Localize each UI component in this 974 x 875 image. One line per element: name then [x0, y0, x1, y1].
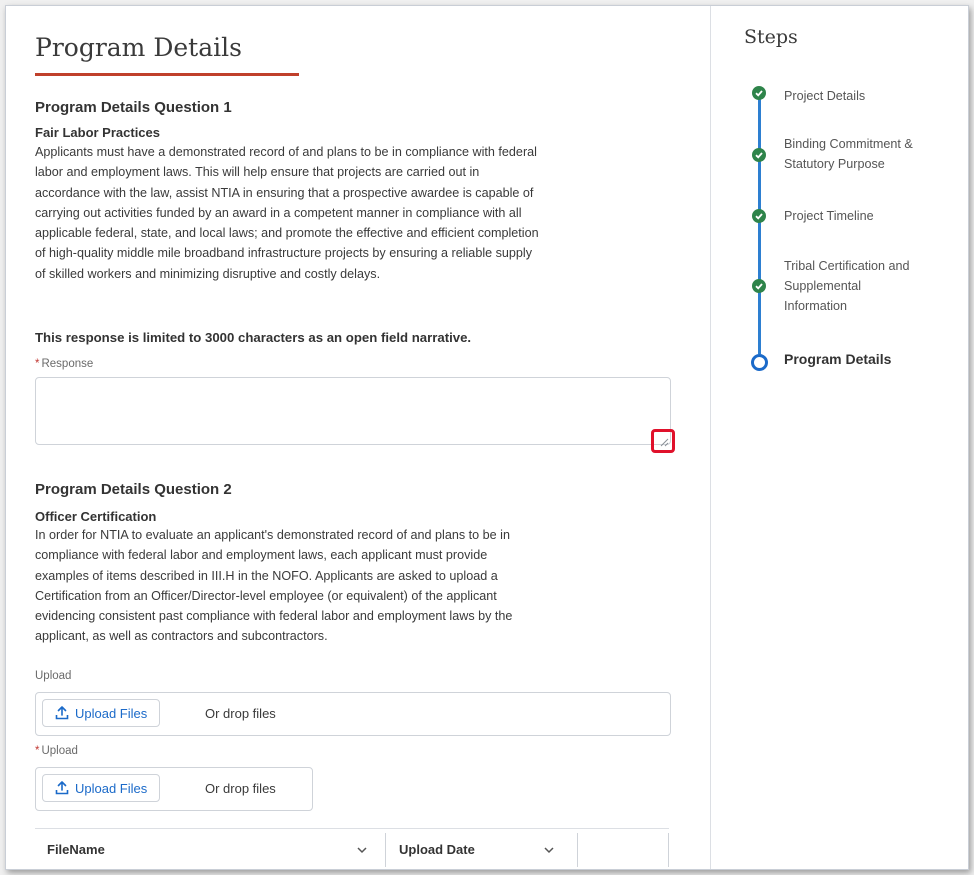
- upload-2-label-text: Upload: [41, 745, 78, 757]
- upload-2-label: * Upload: [35, 745, 78, 757]
- description-line: accordance with the law, assist NTIA in …: [35, 185, 534, 200]
- description-line: of high-quality middle mile broadband in…: [35, 246, 533, 261]
- required-marker: *: [35, 745, 40, 757]
- column-header-filename[interactable]: FileName: [47, 829, 105, 869]
- question-2-subheading: Officer Certification: [35, 509, 157, 524]
- upload-button-label: Upload Files: [75, 705, 148, 721]
- step-tribal-certification[interactable]: Tribal Certification and Supplemental In…: [784, 256, 968, 316]
- step-project-details[interactable]: Project Details: [784, 86, 968, 106]
- description-line: compliance with federal labor and employ…: [35, 548, 488, 563]
- response-textarea[interactable]: [35, 377, 671, 445]
- description-line: applicable federal, state, and local law…: [35, 226, 539, 241]
- question-1-subheading: Fair Labor Practices: [35, 125, 160, 140]
- step-project-timeline[interactable]: Project Timeline: [784, 206, 968, 226]
- chevron-down-icon[interactable]: [356, 844, 368, 856]
- steps-progress-line: [758, 96, 761, 354]
- steps-title: Steps: [744, 26, 798, 48]
- description-line: of skilled workers and minimizing disrup…: [35, 266, 381, 281]
- resize-handle-highlight[interactable]: [651, 429, 675, 453]
- upload-icon: [55, 706, 69, 720]
- upload-files-button-2[interactable]: Upload Files: [42, 774, 161, 802]
- upload-icon: [55, 781, 69, 795]
- column-divider: [668, 833, 669, 867]
- step-program-details[interactable]: Program Details: [784, 349, 968, 369]
- application-window: Program Details Program Details Question…: [5, 5, 969, 870]
- description-line: Applicants must have a demonstrated reco…: [35, 145, 537, 159]
- response-label: * Response: [35, 358, 93, 370]
- drop-files-hint: Or drop files: [205, 706, 276, 721]
- description-line: evidencing consistent past compliance wi…: [35, 609, 513, 624]
- upload-button-label: Upload Files: [75, 780, 148, 796]
- response-label-text: Response: [41, 358, 94, 370]
- page-title: Program Details: [35, 33, 242, 62]
- description-line: applicant, as well as contractors and su…: [35, 629, 328, 644]
- question-2-heading: Program Details Question 2: [35, 481, 232, 498]
- step-label-line: Statutory Purpose: [784, 157, 885, 171]
- files-table-header: FileName Upload Date: [35, 828, 669, 869]
- main-form-panel: Program Details Program Details Question…: [6, 6, 711, 869]
- question-2-description: In order for NTIA to evaluate an applica…: [35, 525, 675, 647]
- description-line: carrying out activities funded by an awa…: [35, 205, 522, 220]
- character-limit-note: This response is limited to 3000 charact…: [35, 330, 472, 345]
- question-1-heading: Program Details Question 1: [35, 99, 232, 116]
- step-complete-check-icon: [752, 279, 766, 293]
- upload-1-label: Upload: [35, 670, 72, 682]
- step-label-line: Binding Commitment &: [784, 137, 913, 151]
- title-underline: [35, 73, 299, 76]
- step-current-indicator-icon: [751, 354, 768, 371]
- required-marker: *: [35, 358, 40, 370]
- question-1-description: Applicants must have a demonstrated reco…: [35, 142, 675, 284]
- description-line: In order for NTIA to evaluate an applica…: [35, 528, 510, 542]
- column-divider: [385, 833, 386, 867]
- step-complete-check-icon: [752, 148, 766, 162]
- description-line: Certification from an Officer/Director-l…: [35, 588, 497, 603]
- step-label-line: Project Details: [784, 89, 866, 103]
- chevron-down-icon[interactable]: [543, 844, 555, 856]
- step-binding-commitment[interactable]: Binding Commitment & Statutory Purpose: [784, 134, 968, 174]
- resize-grip-icon: [660, 438, 669, 447]
- column-divider: [577, 833, 578, 867]
- column-header-upload-date[interactable]: Upload Date: [399, 829, 475, 869]
- upload-files-button-1[interactable]: Upload Files: [42, 699, 161, 727]
- file-dropzone-2[interactable]: Upload Files Or drop files: [35, 767, 313, 811]
- description-line: examples of items described in III.H in …: [35, 568, 498, 583]
- step-label-line: Supplemental: [784, 279, 862, 293]
- step-complete-check-icon: [752, 209, 766, 223]
- step-label-line: Project Timeline: [784, 209, 874, 223]
- description-line: labor and employment laws. This will hel…: [35, 165, 480, 180]
- step-label-line: Program Details: [784, 351, 892, 367]
- step-label-line: Information: [784, 299, 847, 313]
- step-label-line: Tribal Certification and: [784, 259, 910, 273]
- step-complete-check-icon: [752, 86, 766, 100]
- file-dropzone-1[interactable]: Upload Files Or drop files: [35, 692, 671, 736]
- drop-files-hint: Or drop files: [205, 781, 276, 796]
